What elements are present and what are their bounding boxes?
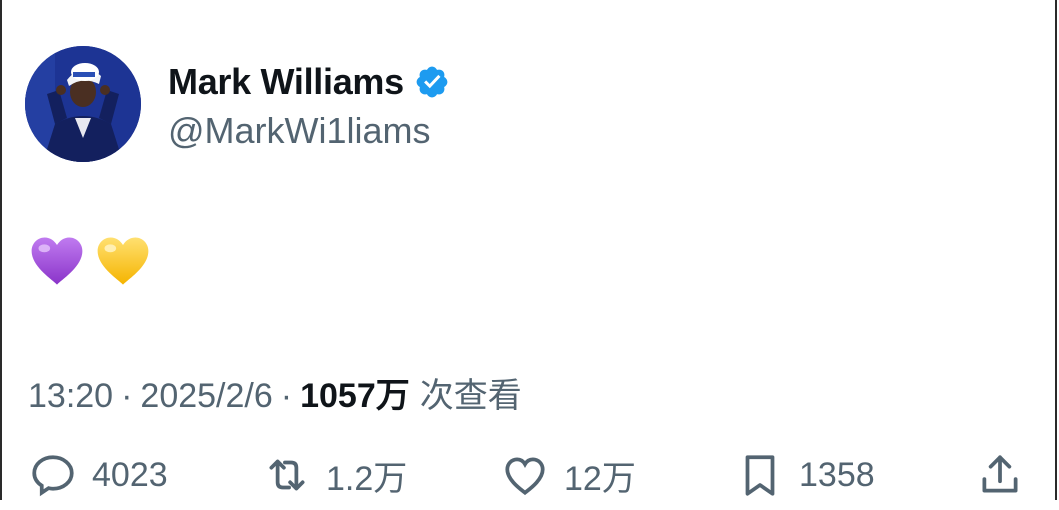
repost-button[interactable]: 1.2万 [262, 450, 407, 500]
purple-heart-emoji-icon [31, 237, 83, 285]
separator-dot: · [121, 377, 133, 415]
separator-dot: · [280, 377, 293, 415]
tweet-metadata: 13:20 · 2025/2/6 · 1057万 次查看 [28, 368, 522, 417]
like-count: 12万 [564, 459, 636, 498]
like-button[interactable]: 12万 [500, 450, 636, 500]
share-button[interactable] [975, 450, 1025, 500]
author-name-row[interactable]: Mark Williams [168, 60, 450, 104]
share-icon [982, 455, 1018, 493]
avatar[interactable] [25, 46, 141, 162]
verified-badge-icon [414, 64, 450, 100]
bookmark-icon [745, 455, 775, 496]
repost-count: 1.2万 [326, 459, 408, 498]
repost-icon [269, 459, 305, 491]
heart-icon [505, 457, 545, 496]
tweet-time[interactable]: 13:20 [28, 377, 113, 416]
bookmark-count: 1358 [799, 455, 875, 494]
reply-count: 4023 [92, 455, 168, 494]
views-count[interactable]: 1057万 [300, 368, 410, 417]
bookmark-button[interactable]: 1358 [735, 450, 875, 500]
views-label: 次查看 [419, 377, 522, 415]
tweet-actions-bar: 4023 1.2万 12万 1358 [0, 450, 1059, 510]
yellow-heart-emoji-icon [97, 237, 149, 285]
tweet-content [28, 232, 152, 290]
tweet-frame [0, 0, 1057, 500]
reply-icon [32, 455, 74, 497]
tweet-date[interactable]: 2025/2/6 [140, 377, 272, 416]
reply-button[interactable]: 4023 [28, 450, 168, 500]
display-name[interactable]: Mark Williams [168, 61, 404, 103]
author-handle[interactable]: @MarkWi1liams [168, 110, 431, 152]
